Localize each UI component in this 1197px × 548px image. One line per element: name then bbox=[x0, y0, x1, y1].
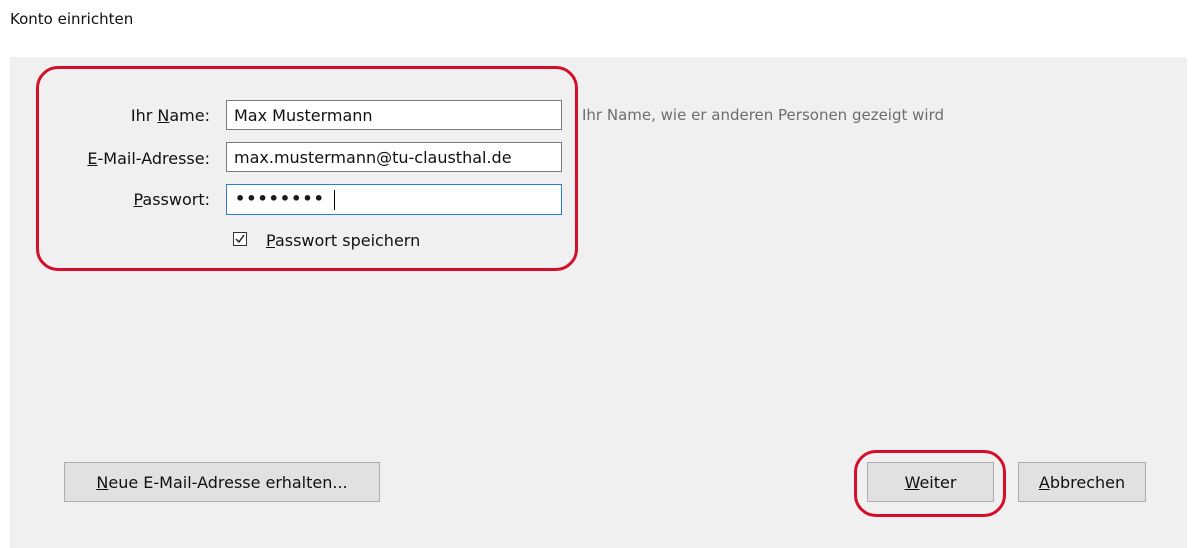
email-label: E-Mail-Adresse: bbox=[87, 149, 210, 168]
new-email-address-button[interactable]: Neue E-Mail-Adresse erhalten... bbox=[64, 462, 380, 502]
password-mask: •••••••• bbox=[235, 189, 325, 208]
name-label: Ihr Name: bbox=[130, 106, 210, 125]
name-input[interactable] bbox=[226, 100, 562, 130]
text-caret bbox=[334, 190, 335, 210]
name-hint: Ihr Name, wie er anderen Personen gezeig… bbox=[582, 106, 944, 124]
password-input[interactable]: •••••••• bbox=[226, 184, 562, 215]
remember-password-label[interactable]: Passwort speichern bbox=[266, 231, 420, 250]
password-label: Passwort: bbox=[133, 190, 210, 209]
window-title: Konto einrichten bbox=[10, 10, 134, 28]
next-button[interactable]: Weiter bbox=[867, 462, 994, 502]
remember-password-checkbox[interactable] bbox=[233, 232, 247, 246]
checkmark-icon bbox=[235, 234, 245, 244]
cancel-button[interactable]: Abbrechen bbox=[1018, 462, 1146, 502]
email-input[interactable] bbox=[226, 142, 562, 172]
